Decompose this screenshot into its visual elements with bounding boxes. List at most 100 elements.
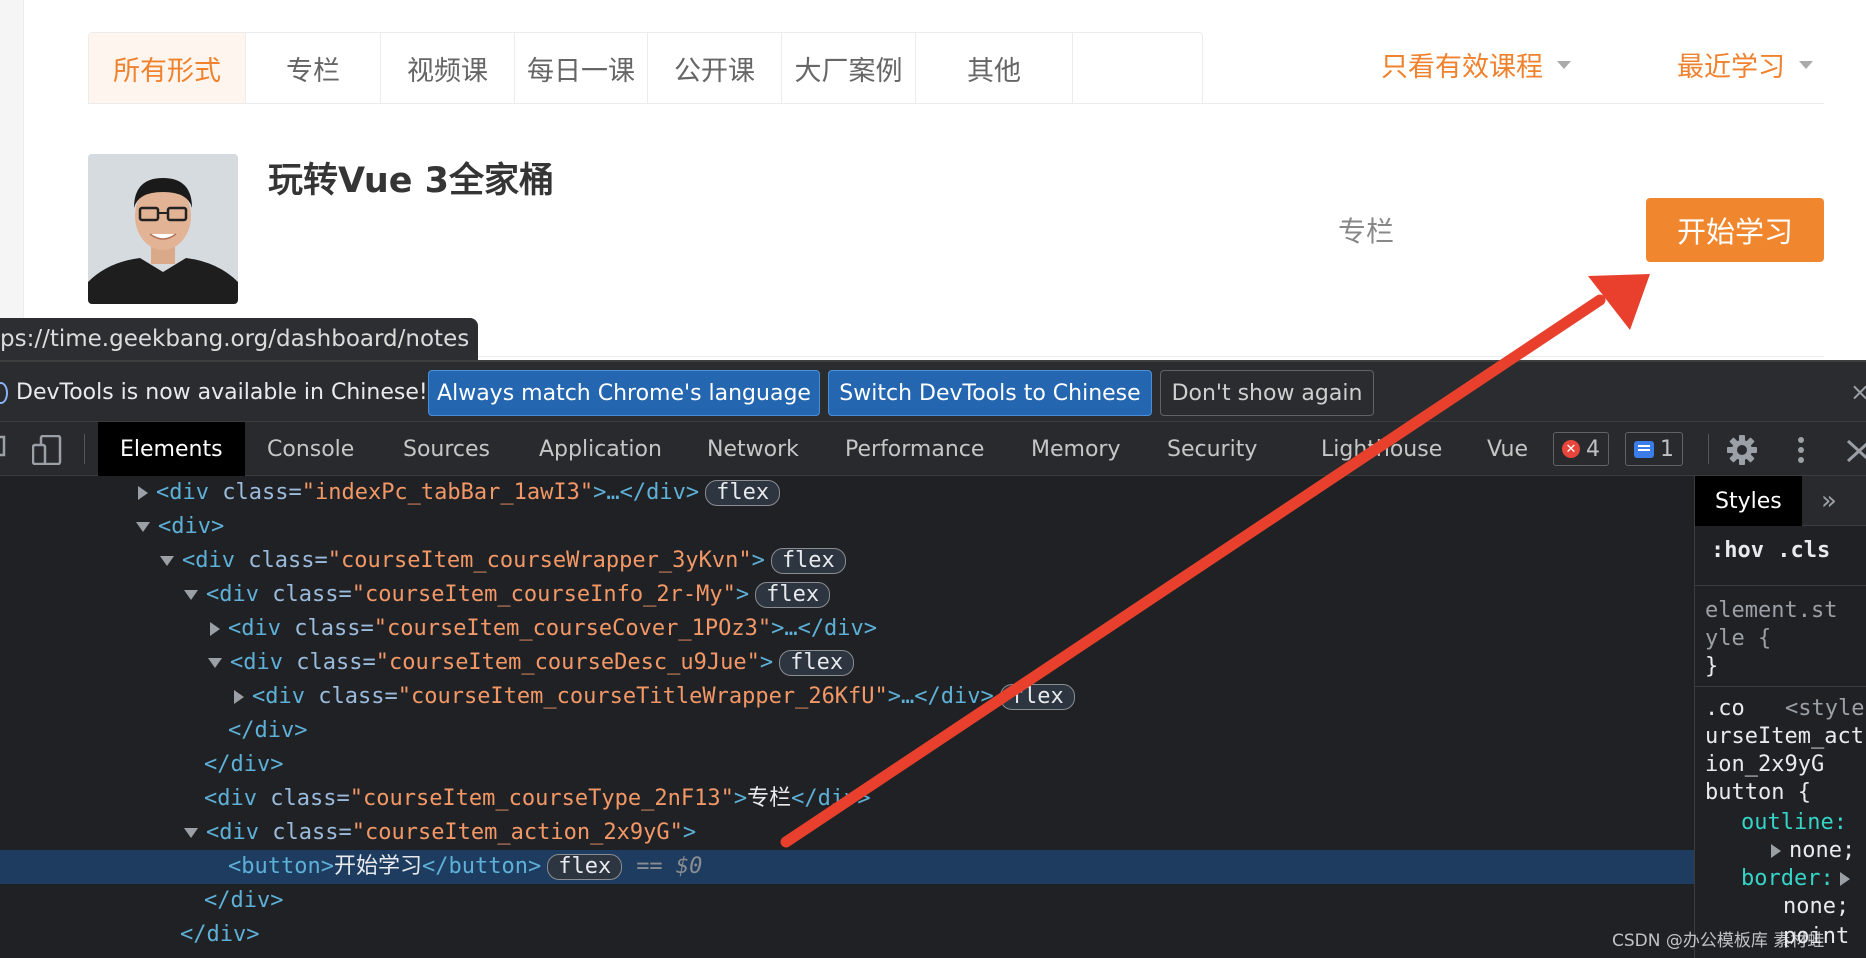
expand-triangle-icon[interactable] [210,622,220,636]
dom-tag: > [751,548,765,573]
dom-attr-value: "courseItem_courseInfo_2r-My" [351,582,736,607]
dom-node[interactable]: <div class="courseItem_action_2x9yG"> [0,816,1694,850]
collapse-triangle-icon[interactable] [136,522,150,532]
flex-badge[interactable]: flex [999,684,1075,710]
flex-badge[interactable]: flex [705,480,781,506]
dom-attr-name: class= [270,786,350,811]
collapse-triangle-icon[interactable] [184,828,198,838]
dom-attr-value: "courseItem_courseTitleWrapper_26KfU" [397,684,888,709]
toolbar-separator [84,434,85,464]
css-property-value[interactable]: none; [1783,894,1849,919]
dom-attr-name: class= [272,582,352,607]
tab-network[interactable]: Network [707,422,799,476]
css-property-name[interactable]: outline: [1741,810,1847,835]
dom-node[interactable]: <div class="courseItem_courseInfo_2r-My"… [0,578,1694,612]
recent-study-sort[interactable]: 最近学习 [1677,45,1813,84]
infobar-message: DevTools is now available in Chinese! [16,380,428,405]
dom-attr-name: class= [222,480,302,505]
tab-other[interactable]: 其他 [916,33,1073,103]
dom-tag: <div [228,616,295,641]
status-url-tooltip: ps://time.geekbang.org/dashboard/notes [0,318,478,360]
settings-gear-icon[interactable] [1727,435,1757,465]
error-count-badge[interactable]: ✕ 4 [1553,432,1609,466]
devtools-panel: DevTools is now available in Chinese! Al… [0,360,1866,958]
course-cover-avatar[interactable] [88,154,238,304]
collapse-triangle-icon[interactable] [208,658,222,668]
tab-elements[interactable]: Elements [98,422,245,476]
dom-node[interactable]: <div> [0,510,1694,544]
expand-triangle-icon[interactable] [138,486,148,500]
dom-attr-name: class= [248,548,328,573]
dom-node[interactable]: </div> [0,918,1694,952]
message-count: 1 [1660,436,1674,462]
css-name-text: border: [1741,866,1834,891]
start-learning-button[interactable]: 开始学习 [1646,198,1824,262]
tab-big-company-cases[interactable]: 大厂案例 [782,33,916,103]
dom-attr-value: "courseItem_courseWrapper_3yKvn" [327,548,752,573]
expand-triangle-icon[interactable] [1839,872,1850,886]
collapse-triangle-icon[interactable] [184,590,198,600]
dom-node[interactable]: <div class="courseItem_courseDesc_u9Jue"… [0,646,1694,680]
tab-column[interactable]: 专栏 [246,33,381,103]
tab-security[interactable]: Security [1167,422,1257,476]
device-toolbar-icon[interactable] [32,435,62,465]
valid-courses-filter[interactable]: 只看有效课程 [1381,45,1571,84]
expand-triangle-icon[interactable] [234,690,244,704]
tab-performance[interactable]: Performance [845,422,984,476]
inspect-element-icon[interactable] [0,435,6,463]
tab-lighthouse[interactable]: Lighthouse [1321,422,1442,476]
close-devtools-icon[interactable] [1846,435,1866,465]
tab-video-course[interactable]: 视频课 [381,33,515,103]
hov-cls-toggles[interactable]: :hov .cls [1695,526,1866,586]
dont-show-again-button[interactable]: Don't show again [1160,370,1374,416]
expand-triangle-icon[interactable] [1771,844,1781,858]
message-count-badge[interactable]: 1 [1625,432,1683,466]
flex-badge[interactable]: flex [547,854,623,880]
tab-styles[interactable]: Styles [1695,476,1802,526]
tab-application[interactable]: Application [539,422,662,476]
flex-badge[interactable]: flex [755,582,831,608]
tab-open-course[interactable]: 公开课 [648,33,782,103]
selected-dom-node[interactable]: <button>开始学习</button> flex == $0 [0,850,1694,884]
rule-source-link[interactable]: <style [1785,696,1864,721]
tab-daily-lesson[interactable]: 每日一课 [515,33,648,103]
dom-attr-name: class= [318,684,398,709]
left-sidebar-edge [0,0,24,362]
devtools-toolbar: Elements Console Sources Application Net… [0,422,1866,476]
tab-vue[interactable]: Vue [1487,422,1528,476]
dom-node[interactable]: <div class="courseItem_courseTitleWrappe… [0,680,1694,714]
flex-badge[interactable]: flex [779,650,855,676]
tab-console[interactable]: Console [267,422,354,476]
dom-attr-value: "indexPc_tabBar_1awI3" [301,480,594,505]
dom-tag: <div [204,786,271,811]
collapse-triangle-icon[interactable] [160,556,174,566]
course-title[interactable]: 玩转Vue 3全家桶 [268,152,554,203]
dom-tag: >…</div> [887,684,994,709]
dom-node[interactable]: </div> [0,748,1694,782]
dom-node[interactable]: </div> [0,714,1694,748]
css-property-name[interactable]: border: [1741,866,1858,891]
switch-to-chinese-button[interactable]: Switch DevTools to Chinese [828,370,1152,416]
flex-badge[interactable]: flex [770,548,846,574]
dom-text-node: 专栏 [747,786,792,811]
dom-node[interactable]: <div class="courseItem_courseCover_1POz3… [0,612,1694,646]
dom-attr-value: "courseItem_courseCover_1POz3" [373,616,772,641]
more-tabs-icon[interactable]: » [1821,486,1837,516]
more-options-icon[interactable] [1794,435,1808,465]
valid-courses-filter-label: 只看有效课程 [1381,52,1543,83]
styles-pane: Styles » :hov .cls element.st yle { } .c… [1694,476,1866,958]
tab-sources[interactable]: Sources [403,422,490,476]
recent-study-sort-label: 最近学习 [1677,52,1785,83]
dom-tag: <div [156,480,223,505]
dom-node[interactable]: </div> [0,884,1694,918]
css-property-value[interactable]: none; [1771,838,1855,863]
tab-all-formats[interactable]: 所有形式 [89,33,246,103]
tab-memory[interactable]: Memory [1031,422,1120,476]
info-icon [0,382,8,404]
always-match-language-button[interactable]: Always match Chrome's language [428,370,820,416]
dom-node[interactable]: <div class="indexPc_tabBar_1awI3">…</div… [0,476,1694,510]
close-icon[interactable]: × [1850,378,1866,406]
dom-node[interactable]: <div class="courseItem_courseType_2nF13"… [0,782,1694,816]
css-value-text: none; [1789,838,1856,863]
dom-node[interactable]: <div class="courseItem_courseWrapper_3yK… [0,544,1694,578]
